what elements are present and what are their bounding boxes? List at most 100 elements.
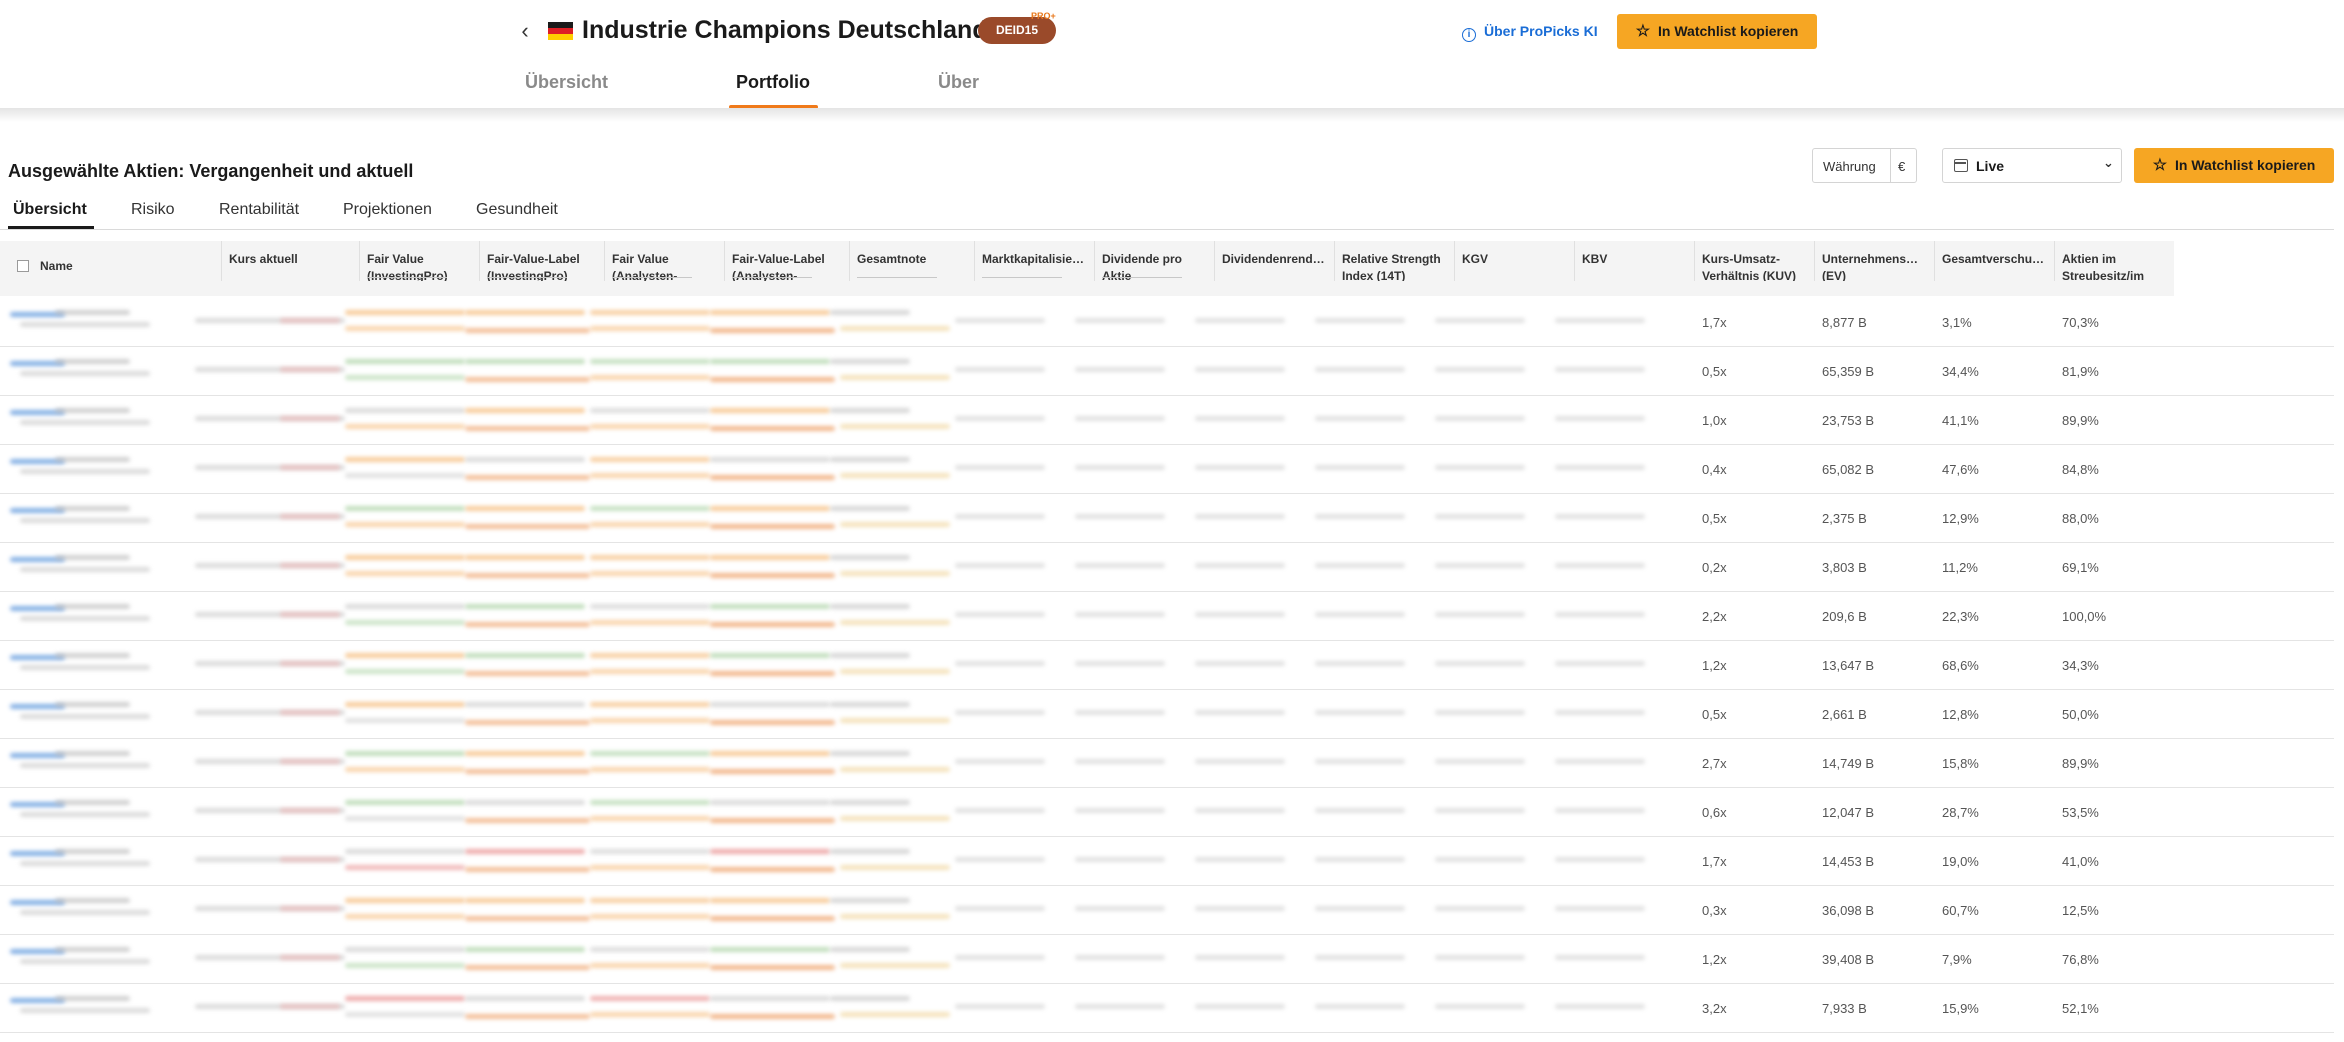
obscured-value (345, 473, 465, 478)
table-row[interactable]: 1,0x 23,753 B 41,1% 89,9% (0, 396, 2334, 445)
column-header[interactable]: KBV (1582, 251, 1694, 281)
obscured-value (55, 800, 130, 805)
tab-portfolio[interactable]: Portfolio (736, 72, 810, 93)
table-row[interactable]: 0,5x 2,661 B 12,8% 50,0% (0, 690, 2334, 739)
obscured-value (590, 310, 710, 315)
kuv-value: 0,4x (1702, 462, 1727, 477)
obscured-value (1315, 808, 1405, 813)
obscured-value (830, 310, 910, 315)
obscured-value (345, 506, 465, 511)
obscured-value (710, 800, 830, 805)
obscured-value (345, 375, 465, 380)
period-select[interactable]: Live ⌄ (1942, 148, 2122, 183)
obscured-value (1315, 710, 1405, 715)
propicks-info-link[interactable]: i Über ProPicks KI (1462, 20, 1598, 42)
obscured-value (345, 359, 465, 364)
obscured-value (1435, 1004, 1525, 1009)
table-row[interactable]: 2,7x 14,749 B 15,8% 89,9% (0, 739, 2334, 788)
obscured-value (1195, 563, 1285, 568)
obscured-value (1315, 1004, 1405, 1009)
currency-toggle[interactable]: Währung € (1812, 148, 1917, 183)
table-row[interactable]: 1,2x 13,647 B 68,6% 34,3% (0, 641, 2334, 690)
obscured-value (710, 328, 835, 333)
obscured-value (1555, 1004, 1645, 1009)
column-header[interactable]: Kurs aktuell (229, 251, 349, 281)
subtab-projections[interactable]: Projektionen (343, 201, 432, 219)
free-float-value: 70,3% (2062, 315, 2099, 330)
obscured-value (590, 555, 710, 560)
obscured-value (20, 371, 150, 376)
obscured-value (710, 475, 835, 480)
obscured-value (590, 620, 710, 625)
column-header[interactable]: KGV (1462, 251, 1574, 281)
table-row[interactable]: 1,7x 14,453 B 19,0% 41,0% (0, 837, 2334, 886)
obscured-value (55, 604, 130, 609)
table-row[interactable]: 3,2x 7,933 B 15,9% 52,1% (0, 984, 2334, 1033)
obscured-value (20, 714, 150, 719)
column-header[interactable]: Kurs-Umsatz-Verhältnis (KUV) (1702, 251, 1814, 281)
obscured-value (830, 898, 910, 903)
subtab-overview[interactable]: Übersicht (13, 201, 87, 219)
period-value: Live (1976, 158, 2005, 174)
select-all-checkbox[interactable] (17, 260, 29, 272)
free-float-value: 41,0% (2062, 854, 2099, 869)
copy-to-watchlist-button[interactable]: ☆ In Watchlist kopieren (1617, 14, 1817, 49)
table-row[interactable]: 0,4x 65,082 B 47,6% 84,8% (0, 445, 2334, 494)
column-header[interactable]: Aktien im Streubesitz/im (2062, 251, 2174, 281)
obscured-value (1435, 367, 1525, 372)
obscured-value (345, 751, 465, 756)
table-header: Name Kurs aktuell Fair Value (InvestingPro… (0, 241, 2174, 296)
table-row[interactable]: 0,5x 65,359 B 34,4% 81,9% (0, 347, 2334, 396)
table-row[interactable]: 0,6x 12,047 B 28,7% 53,5% (0, 788, 2334, 837)
table-row[interactable]: 1,7x 8,877 B 3,1% 70,3% (0, 298, 2334, 347)
obscured-value (55, 751, 130, 756)
column-header[interactable]: Name (40, 258, 200, 288)
obscured-value (840, 424, 950, 429)
obscured-value (830, 947, 910, 952)
ev-value: 14,749 B (1822, 756, 1875, 771)
ev-value: 7,933 B (1822, 1001, 1867, 1016)
table-row[interactable]: 2,2x 209,6 B 22,3% 100,0% (0, 592, 2334, 641)
header-underline (732, 277, 812, 278)
obscured-value (1555, 416, 1645, 421)
obscured-value (1435, 514, 1525, 519)
obscured-value (590, 963, 710, 968)
column-header[interactable]: Relative Strength Index (14T) (1342, 251, 1454, 281)
column-separator (1334, 241, 1335, 281)
section-copy-to-watchlist-button[interactable]: ☆ In Watchlist kopieren (2134, 148, 2334, 183)
table-row[interactable]: 0,2x 3,803 B 11,2% 69,1% (0, 543, 2334, 592)
column-header[interactable]: Gesamtverschu… (1942, 251, 2054, 281)
table-row[interactable]: 0,3x 36,098 B 60,7% 12,5% (0, 886, 2334, 935)
obscured-value (1075, 1004, 1165, 1009)
kuv-value: 2,2x (1702, 609, 1727, 624)
obscured-value (1075, 906, 1165, 911)
column-header[interactable]: Dividendenrend… (1222, 251, 1334, 281)
obscured-value (955, 808, 1045, 813)
obscured-value (710, 702, 830, 707)
tab-about[interactable]: Über (938, 72, 979, 93)
obscured-value (280, 906, 340, 911)
obscured-value (830, 506, 910, 511)
column-separator (2054, 241, 2055, 281)
obscured-value (1435, 563, 1525, 568)
tab-overview[interactable]: Übersicht (525, 72, 608, 93)
subtab-profitability[interactable]: Rentabilität (219, 201, 299, 219)
obscured-value (955, 465, 1045, 470)
table-row[interactable]: 0,5x 2,375 B 12,9% 88,0% (0, 494, 2334, 543)
obscured-value (345, 522, 465, 527)
ev-value: 2,375 B (1822, 511, 1867, 526)
subtab-health[interactable]: Gesundheit (476, 201, 558, 219)
obscured-value (710, 671, 835, 676)
obscured-value (1555, 857, 1645, 862)
obscured-value (465, 849, 585, 854)
back-arrow-icon[interactable]: ‹ (514, 18, 536, 44)
column-header[interactable]: Unternehmens… (EV) (1822, 251, 1934, 281)
obscured-value (465, 622, 590, 627)
obscured-value (590, 914, 710, 919)
obscured-value (955, 563, 1045, 568)
table-row[interactable]: 1,2x 39,408 B 7,9% 76,8% (0, 935, 2334, 984)
free-float-value: 89,9% (2062, 413, 2099, 428)
subtab-risk[interactable]: Risiko (131, 201, 175, 219)
obscured-value (280, 661, 340, 666)
info-icon: i (1462, 28, 1476, 42)
